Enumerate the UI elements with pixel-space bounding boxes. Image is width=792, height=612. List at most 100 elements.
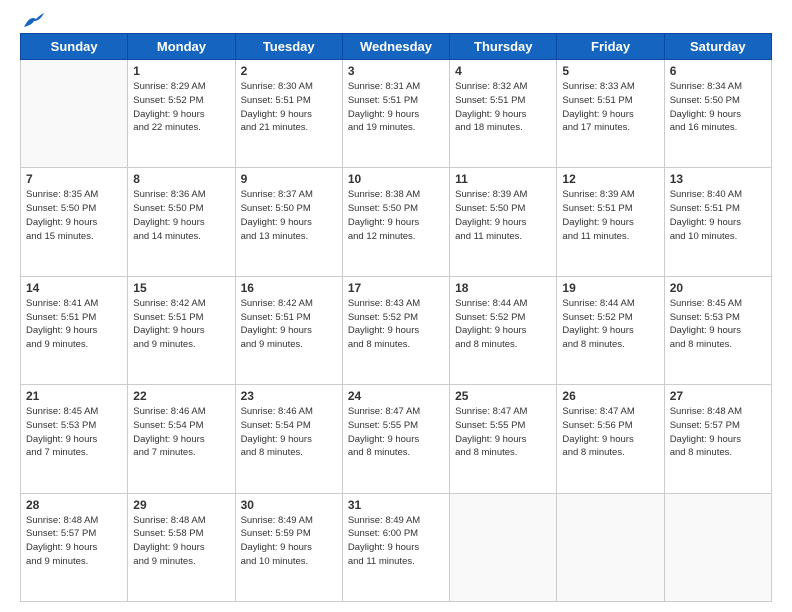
calendar-cell: 20Sunrise: 8:45 AM Sunset: 5:53 PM Dayli…	[664, 276, 771, 384]
day-number: 1	[133, 64, 229, 78]
day-number: 30	[241, 498, 337, 512]
calendar-cell: 29Sunrise: 8:48 AM Sunset: 5:58 PM Dayli…	[128, 493, 235, 601]
day-number: 19	[562, 281, 658, 295]
day-info: Sunrise: 8:32 AM Sunset: 5:51 PM Dayligh…	[455, 80, 551, 135]
day-info: Sunrise: 8:49 AM Sunset: 5:59 PM Dayligh…	[241, 514, 337, 569]
day-info: Sunrise: 8:47 AM Sunset: 5:56 PM Dayligh…	[562, 405, 658, 460]
weekday-header-sunday: Sunday	[21, 34, 128, 60]
day-info: Sunrise: 8:48 AM Sunset: 5:57 PM Dayligh…	[26, 514, 122, 569]
calendar-table: SundayMondayTuesdayWednesdayThursdayFrid…	[20, 33, 772, 602]
weekday-header-tuesday: Tuesday	[235, 34, 342, 60]
day-number: 23	[241, 389, 337, 403]
day-info: Sunrise: 8:29 AM Sunset: 5:52 PM Dayligh…	[133, 80, 229, 135]
day-info: Sunrise: 8:49 AM Sunset: 6:00 PM Dayligh…	[348, 514, 444, 569]
calendar-cell: 8 Sunrise: 8:36 AM Sunset: 5:50 PM Daylig…	[128, 168, 235, 276]
day-number: 25	[455, 389, 551, 403]
weekday-header-saturday: Saturday	[664, 34, 771, 60]
day-info: Sunrise: 8:33 AM Sunset: 5:51 PM Dayligh…	[562, 80, 658, 135]
day-number: 27	[670, 389, 766, 403]
calendar-week-3: 14Sunrise: 8:41 AM Sunset: 5:51 PM Dayli…	[21, 276, 772, 384]
day-number: 24	[348, 389, 444, 403]
day-info: Sunrise: 8:30 AM Sunset: 5:51 PM Dayligh…	[241, 80, 337, 135]
calendar-cell: 27 Sunrise: 8:48 AM Sunset: 5:57 PM Dayli…	[664, 385, 771, 493]
calendar-cell: 21Sunrise: 8:45 AM Sunset: 5:53 PM Dayli…	[21, 385, 128, 493]
day-number: 9	[241, 172, 337, 186]
day-info: Sunrise: 8:37 AM Sunset: 5:50 PM Dayligh…	[241, 188, 337, 243]
calendar-week-5: 28 Sunrise: 8:48 AM Sunset: 5:57 PM Dayli…	[21, 493, 772, 601]
calendar-cell: 10 Sunrise: 8:38 AM Sunset: 5:50 PM Dayli…	[342, 168, 449, 276]
day-number: 4	[455, 64, 551, 78]
day-info: Sunrise: 8:40 AM Sunset: 5:51 PM Dayligh…	[670, 188, 766, 243]
weekday-header-friday: Friday	[557, 34, 664, 60]
day-number: 22	[133, 389, 229, 403]
day-number: 12	[562, 172, 658, 186]
day-info: Sunrise: 8:31 AM Sunset: 5:51 PM Dayligh…	[348, 80, 444, 135]
calendar-cell: 2 Sunrise: 8:30 AM Sunset: 5:51 PM Daylig…	[235, 60, 342, 168]
weekday-header-thursday: Thursday	[450, 34, 557, 60]
day-info: Sunrise: 8:36 AM Sunset: 5:50 PM Dayligh…	[133, 188, 229, 243]
day-number: 15	[133, 281, 229, 295]
calendar-cell: 15 Sunrise: 8:42 AM Sunset: 5:51 PM Dayli…	[128, 276, 235, 384]
day-number: 7	[26, 172, 122, 186]
day-number: 8	[133, 172, 229, 186]
day-number: 14	[26, 281, 122, 295]
calendar-cell	[664, 493, 771, 601]
calendar-cell	[450, 493, 557, 601]
day-number: 13	[670, 172, 766, 186]
day-number: 17	[348, 281, 444, 295]
logo	[20, 15, 44, 25]
calendar-cell: 12 Sunrise: 8:39 AM Sunset: 5:51 PM Dayli…	[557, 168, 664, 276]
weekday-header-row: SundayMondayTuesdayWednesdayThursdayFrid…	[21, 34, 772, 60]
calendar-cell: 4 Sunrise: 8:32 AM Sunset: 5:51 PM Daylig…	[450, 60, 557, 168]
day-info: Sunrise: 8:45 AM Sunset: 5:53 PM Dayligh…	[26, 405, 122, 460]
day-info: Sunrise: 8:43 AM Sunset: 5:52 PM Dayligh…	[348, 297, 444, 352]
calendar-cell: 1 Sunrise: 8:29 AM Sunset: 5:52 PM Daylig…	[128, 60, 235, 168]
header	[20, 15, 772, 25]
day-number: 16	[241, 281, 337, 295]
day-number: 20	[670, 281, 766, 295]
calendar-cell: 30 Sunrise: 8:49 AM Sunset: 5:59 PM Dayli…	[235, 493, 342, 601]
day-info: Sunrise: 8:44 AM Sunset: 5:52 PM Dayligh…	[562, 297, 658, 352]
day-number: 28	[26, 498, 122, 512]
calendar-cell	[557, 493, 664, 601]
calendar-cell: 14Sunrise: 8:41 AM Sunset: 5:51 PM Dayli…	[21, 276, 128, 384]
day-info: Sunrise: 8:46 AM Sunset: 5:54 PM Dayligh…	[133, 405, 229, 460]
logo-bird-icon	[22, 13, 44, 29]
calendar-cell: 17 Sunrise: 8:43 AM Sunset: 5:52 PM Dayli…	[342, 276, 449, 384]
day-number: 10	[348, 172, 444, 186]
calendar-cell: 16 Sunrise: 8:42 AM Sunset: 5:51 PM Dayli…	[235, 276, 342, 384]
day-info: Sunrise: 8:39 AM Sunset: 5:51 PM Dayligh…	[562, 188, 658, 243]
day-info: Sunrise: 8:48 AM Sunset: 5:57 PM Dayligh…	[670, 405, 766, 460]
calendar-week-2: 7 Sunrise: 8:35 AM Sunset: 5:50 PM Daylig…	[21, 168, 772, 276]
day-number: 18	[455, 281, 551, 295]
day-number: 3	[348, 64, 444, 78]
calendar-cell: 6 Sunrise: 8:34 AM Sunset: 5:50 PM Daylig…	[664, 60, 771, 168]
weekday-header-wednesday: Wednesday	[342, 34, 449, 60]
page: SundayMondayTuesdayWednesdayThursdayFrid…	[0, 0, 792, 612]
weekday-header-monday: Monday	[128, 34, 235, 60]
day-info: Sunrise: 8:42 AM Sunset: 5:51 PM Dayligh…	[241, 297, 337, 352]
calendar-week-1: 1 Sunrise: 8:29 AM Sunset: 5:52 PM Daylig…	[21, 60, 772, 168]
calendar-cell: 18Sunrise: 8:44 AM Sunset: 5:52 PM Dayli…	[450, 276, 557, 384]
calendar-cell: 11Sunrise: 8:39 AM Sunset: 5:50 PM Dayli…	[450, 168, 557, 276]
day-info: Sunrise: 8:46 AM Sunset: 5:54 PM Dayligh…	[241, 405, 337, 460]
day-number: 2	[241, 64, 337, 78]
calendar-week-4: 21Sunrise: 8:45 AM Sunset: 5:53 PM Dayli…	[21, 385, 772, 493]
day-info: Sunrise: 8:47 AM Sunset: 5:55 PM Dayligh…	[455, 405, 551, 460]
calendar-cell: 13 Sunrise: 8:40 AM Sunset: 5:51 PM Dayli…	[664, 168, 771, 276]
calendar-cell: 24Sunrise: 8:47 AM Sunset: 5:55 PM Dayli…	[342, 385, 449, 493]
day-info: Sunrise: 8:38 AM Sunset: 5:50 PM Dayligh…	[348, 188, 444, 243]
calendar-cell: 31Sunrise: 8:49 AM Sunset: 6:00 PM Dayli…	[342, 493, 449, 601]
day-info: Sunrise: 8:42 AM Sunset: 5:51 PM Dayligh…	[133, 297, 229, 352]
day-info: Sunrise: 8:39 AM Sunset: 5:50 PM Dayligh…	[455, 188, 551, 243]
calendar-cell: 9 Sunrise: 8:37 AM Sunset: 5:50 PM Daylig…	[235, 168, 342, 276]
day-number: 6	[670, 64, 766, 78]
calendar-cell	[21, 60, 128, 168]
day-info: Sunrise: 8:48 AM Sunset: 5:58 PM Dayligh…	[133, 514, 229, 569]
day-info: Sunrise: 8:34 AM Sunset: 5:50 PM Dayligh…	[670, 80, 766, 135]
calendar-cell: 26Sunrise: 8:47 AM Sunset: 5:56 PM Dayli…	[557, 385, 664, 493]
day-number: 5	[562, 64, 658, 78]
calendar-cell: 25 Sunrise: 8:47 AM Sunset: 5:55 PM Dayli…	[450, 385, 557, 493]
day-info: Sunrise: 8:35 AM Sunset: 5:50 PM Dayligh…	[26, 188, 122, 243]
calendar-cell: 22 Sunrise: 8:46 AM Sunset: 5:54 PM Dayli…	[128, 385, 235, 493]
